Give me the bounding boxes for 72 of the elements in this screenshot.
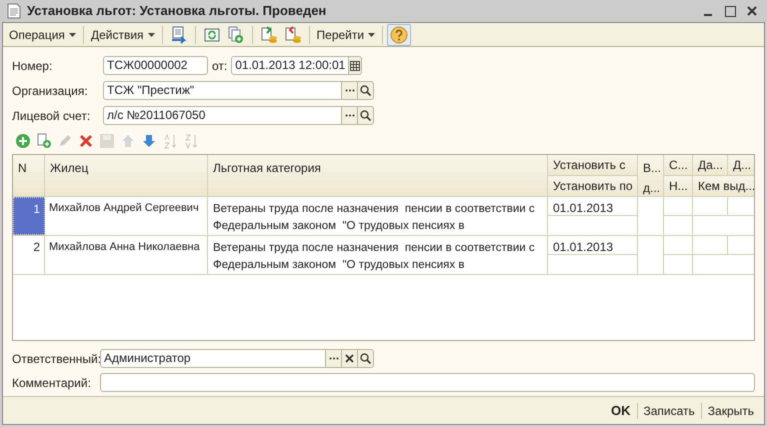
input-field[interactable]: 01.01.2013 12:00:01 xyxy=(231,56,362,75)
caret-icon xyxy=(368,32,376,36)
column-header[interactable]: В... д... xyxy=(638,155,664,197)
window-title: Установка льгот: Установка льготы. Проведен xyxy=(27,2,328,20)
select-button[interactable] xyxy=(341,107,357,124)
column-header[interactable]: Жилец xyxy=(45,155,208,197)
ellipsis-icon xyxy=(328,357,338,360)
search-button[interactable] xyxy=(357,107,373,124)
column-header[interactable]: Установить с xyxy=(548,155,638,176)
table-cell: Михайлова Анна Николаевна xyxy=(45,236,208,274)
column-header[interactable]: N xyxy=(13,155,45,197)
field-label: Организация: xyxy=(12,84,88,98)
field-label: Комментарий: xyxy=(12,376,91,390)
table-cell: Михайлов Андрей Сергеевич xyxy=(45,197,208,235)
column-header[interactable]: Кем выд... xyxy=(693,176,754,197)
clear-icon xyxy=(345,354,354,363)
empty-cell xyxy=(664,197,693,216)
document-coins-icon[interactable] xyxy=(284,26,302,44)
input-field[interactable]: Администратор xyxy=(100,349,374,368)
search-icon xyxy=(360,353,371,364)
caret-icon xyxy=(148,32,155,36)
refresh-icon[interactable] xyxy=(202,26,221,44)
footer-button[interactable]: Закрыть xyxy=(702,400,760,420)
ellipsis-icon xyxy=(344,89,354,92)
ellipsis-icon xyxy=(344,114,354,117)
help-icon[interactable] xyxy=(389,24,410,44)
menu-button[interactable]: Действия xyxy=(88,24,158,44)
menu-button[interactable]: Операция xyxy=(6,24,79,44)
field-label: от: xyxy=(212,58,228,74)
add-icon[interactable] xyxy=(15,133,31,149)
search-button[interactable] xyxy=(357,350,373,367)
delete-icon[interactable] xyxy=(78,133,94,149)
column-header[interactable]: С... xyxy=(664,155,693,176)
document-arrow-icon[interactable] xyxy=(170,26,188,44)
input-field[interactable]: л/с №2011067050 xyxy=(103,106,374,125)
table-cell: Ветераны труда после назначения пенсии в соответствии с Федеральным законом "О трудовых пенсиях в xyxy=(208,197,548,235)
row-number-cell[interactable]: 2 xyxy=(13,236,45,274)
column-header[interactable]: Льготная категория xyxy=(208,155,548,197)
field-label: Номер: xyxy=(12,58,52,72)
footer-button[interactable]: OK xyxy=(605,400,636,420)
calendar-icon xyxy=(350,60,360,70)
table-cell: 01.01.2013 xyxy=(548,236,638,255)
search-button[interactable] xyxy=(357,82,373,99)
select-button[interactable] xyxy=(341,82,357,99)
input-field[interactable] xyxy=(100,373,755,392)
field-label: Ответственный: xyxy=(12,352,102,366)
row-number-cell[interactable]: 1 xyxy=(13,197,45,235)
copy-add-icon[interactable] xyxy=(226,26,245,44)
document-icon xyxy=(7,3,21,19)
table-cell: 01.01.2013 xyxy=(548,197,638,216)
column-header[interactable]: Н... xyxy=(664,176,693,197)
select-button[interactable] xyxy=(325,350,341,367)
footer-button[interactable]: Записать xyxy=(638,400,701,420)
input-field[interactable]: ТСЖ "Престиж" xyxy=(103,81,374,100)
calendar-button[interactable] xyxy=(348,57,362,74)
clear-button[interactable] xyxy=(341,350,357,367)
copy-add-icon[interactable] xyxy=(36,133,52,149)
table-cell: Ветераны труда после назначения пенсии в соответствии с Федеральным законом "О трудовых пенсиях в xyxy=(208,236,548,274)
document-coins-icon[interactable] xyxy=(260,26,278,44)
maximize-button[interactable] xyxy=(722,3,738,19)
menu-button[interactable]: Перейти xyxy=(314,24,378,44)
search-icon xyxy=(360,85,371,96)
field-label: Лицевой счет: xyxy=(12,108,90,122)
caret-icon xyxy=(68,32,76,36)
column-header[interactable]: Установить по xyxy=(548,176,638,197)
column-header[interactable]: Да... xyxy=(693,155,728,176)
close-icon xyxy=(747,6,757,16)
search-icon xyxy=(360,110,371,121)
down-arrow-icon[interactable] xyxy=(141,133,157,149)
empty-cell xyxy=(693,197,728,216)
input-field[interactable]: ТСЖ00000002 xyxy=(103,56,208,75)
column-header[interactable]: Д... xyxy=(728,155,754,176)
